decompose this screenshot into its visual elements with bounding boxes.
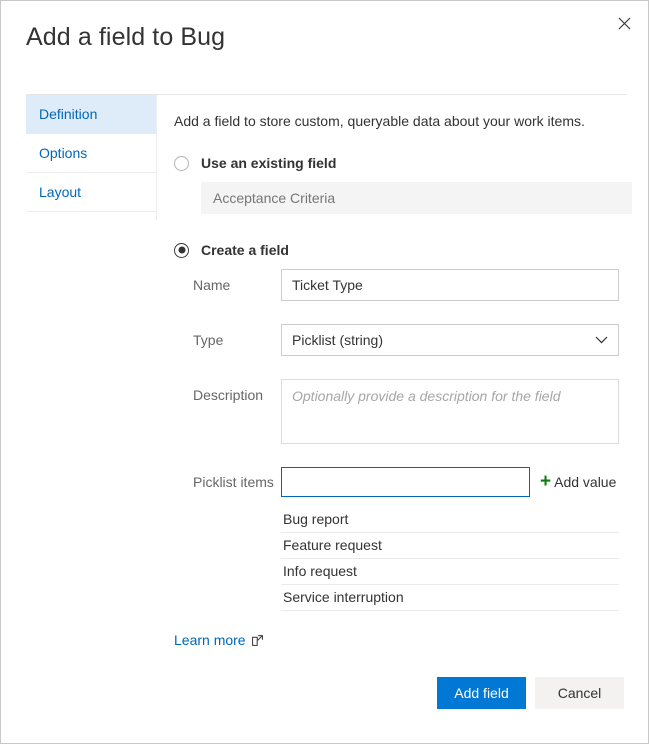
external-link-icon xyxy=(252,635,263,646)
create-field-option[interactable]: Create a field xyxy=(174,242,626,258)
existing-field-value: Acceptance Criteria xyxy=(213,190,335,206)
plus-icon: + xyxy=(540,475,551,489)
create-field-label: Create a field xyxy=(201,242,289,258)
name-label: Name xyxy=(193,269,281,293)
add-field-button[interactable]: Add field xyxy=(437,677,526,709)
use-existing-field-label: Use an existing field xyxy=(201,155,336,171)
picklist-items-row: Picklist items + Add value xyxy=(193,467,626,497)
use-existing-field-radio[interactable] xyxy=(174,156,189,171)
tab-options[interactable]: Options xyxy=(26,134,156,173)
tab-options-label: Options xyxy=(39,145,87,161)
footer-divider xyxy=(1,657,648,658)
tab-rail-divider xyxy=(156,95,157,220)
existing-field-select: Acceptance Criteria xyxy=(201,182,632,214)
list-item[interactable]: Info request xyxy=(281,559,619,585)
picklist-items-label: Picklist items xyxy=(193,474,281,490)
definition-panel: Add a field to store custom, queryable d… xyxy=(174,111,626,650)
type-label: Type xyxy=(193,324,281,348)
picklist-values-list: Bug report Feature request Info request … xyxy=(281,507,619,611)
tab-definition-label: Definition xyxy=(39,106,97,122)
list-item[interactable]: Bug report xyxy=(281,507,619,533)
list-item[interactable]: Feature request xyxy=(281,533,619,559)
tab-layout[interactable]: Layout xyxy=(26,173,156,212)
type-select-wrapper: Picklist (string) xyxy=(281,324,619,356)
panel-description: Add a field to store custom, queryable d… xyxy=(174,111,626,131)
close-icon xyxy=(618,17,631,30)
learn-more-label: Learn more xyxy=(174,632,246,648)
description-row: Description xyxy=(193,379,626,444)
close-button[interactable] xyxy=(608,7,640,39)
tab-rail: Definition Options Layout xyxy=(26,95,156,212)
type-select-value: Picklist (string) xyxy=(292,332,383,348)
footer-buttons: Add field Cancel xyxy=(437,677,624,709)
dialog-title: Add a field to Bug xyxy=(26,23,225,52)
add-field-dialog: Add a field to Bug Definition Options La… xyxy=(0,0,649,744)
type-row: Type Picklist (string) xyxy=(193,324,626,356)
picklist-item-input[interactable] xyxy=(281,467,530,497)
type-select[interactable]: Picklist (string) xyxy=(281,324,619,356)
dialog-footer: Add field Cancel xyxy=(1,657,648,743)
add-value-label: Add value xyxy=(554,474,616,490)
use-existing-field-option[interactable]: Use an existing field xyxy=(174,155,626,171)
list-item[interactable]: Service interruption xyxy=(281,585,619,611)
add-value-button[interactable]: + Add value xyxy=(540,474,616,490)
description-label: Description xyxy=(193,379,281,403)
learn-more-link[interactable]: Learn more xyxy=(174,632,263,648)
tab-layout-label: Layout xyxy=(39,184,81,200)
create-field-radio[interactable] xyxy=(174,243,189,258)
description-textarea[interactable] xyxy=(281,379,619,444)
cancel-button[interactable]: Cancel xyxy=(535,677,624,709)
tab-definition[interactable]: Definition xyxy=(26,95,156,134)
name-input[interactable] xyxy=(281,269,619,301)
name-row: Name xyxy=(193,269,626,301)
